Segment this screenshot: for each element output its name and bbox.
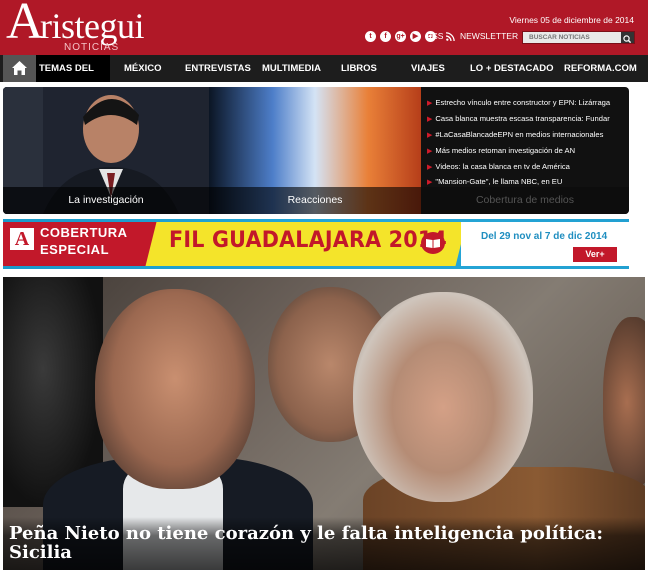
featured-caption[interactable]: Cobertura de medios [421, 187, 629, 214]
nav-multimedia[interactable]: MULTIMEDIA [262, 55, 321, 82]
nav-temas-del-dia[interactable]: TEMAS DEL DÍA [36, 55, 110, 101]
nav-reforma[interactable]: REFORMA.COM [564, 55, 637, 82]
site-header: A ristegui NOTICIAS Viernes 05 de diciem… [0, 0, 648, 55]
headline-text: Estrecho vínculo entre constructor y EPN… [435, 98, 611, 107]
featured-photo-reacciones[interactable]: Reacciones [209, 87, 421, 214]
search-button[interactable] [621, 32, 634, 44]
headline-text: Videos: la casa blanca en tv de América [435, 161, 570, 171]
search-icon [623, 35, 632, 44]
rss-link[interactable]: RSS [426, 31, 443, 41]
banner-line2: ESPECIAL [40, 242, 110, 257]
featured-caption[interactable]: La investigación [3, 187, 209, 214]
featured-caption[interactable]: Reacciones [209, 187, 421, 214]
arrow-icon: ▶ [427, 115, 433, 123]
hero-photo-person [603, 317, 645, 487]
arrow-icon: ▶ [427, 179, 433, 187]
banner-title: FIL GUADALAJARA 2014 [169, 227, 448, 253]
nav-viajes[interactable]: VIAJES [411, 55, 445, 82]
arrow-icon: ▶ [427, 147, 433, 155]
featured-photo-investigacion[interactable]: La investigación [3, 87, 209, 214]
hero-photo-person [353, 292, 533, 502]
nav-mexico[interactable]: MÉXICO [124, 55, 161, 82]
newsletter-link[interactable]: NEWSLETTER [460, 31, 518, 41]
search-input[interactable] [523, 32, 621, 43]
banner-logo: A [10, 228, 34, 250]
headline-link[interactable]: ▶ Estrecho vínculo entre constructor y EP… [427, 95, 627, 111]
hero-photo-person [95, 289, 255, 489]
search-form [522, 31, 635, 44]
logo-subtitle: NOTICIAS [64, 42, 120, 53]
headline-link[interactable]: ▶ "Mansion-Gate", le llama NBC, en EU [427, 174, 627, 190]
page: A ristegui NOTICIAS Viernes 05 de diciem… [0, 0, 648, 570]
logo-initial: A [6, 0, 44, 50]
google-plus-icon[interactable]: g+ [395, 31, 406, 42]
ver-mas-button[interactable]: Ver+ [573, 247, 617, 262]
banner-dates: Del 29 nov al 7 de dic 2014 [481, 231, 608, 242]
hero-headline[interactable]: Peña Nieto no tiene corazón y le falta i… [9, 524, 639, 562]
book-icon [421, 232, 445, 254]
youtube-icon[interactable]: ▶ [410, 31, 421, 42]
arrow-icon: ▶ [427, 163, 433, 171]
current-date: Viernes 05 de diciembre de 2014 [509, 15, 634, 25]
headline-link[interactable]: ▶ Videos: la casa blanca en tv de América [427, 159, 627, 175]
headline-text: "Mansion-Gate", le llama NBC, en EU [435, 177, 563, 187]
arrow-icon: ▶ [427, 100, 433, 107]
featured-carousel: La investigación Reacciones Cobertura de… [3, 87, 629, 214]
twitter-icon[interactable]: t [365, 31, 376, 42]
home-icon [12, 61, 27, 75]
headline-link[interactable]: ▶ Más medios retoman investigación de AN [427, 143, 627, 159]
headline-text: Casa blanca muestra escasa transparencia… [435, 113, 610, 123]
site-logo[interactable]: A ristegui NOTICIAS [6, 0, 186, 54]
fil-banner[interactable]: A COBERTURA ESPECIAL FIL GUADALAJARA 201… [3, 219, 629, 269]
logo-wordmark: ristegui [40, 6, 144, 46]
headline-link[interactable]: ▶ #LaCasaBlancadeEPN en medios internacio… [427, 127, 627, 143]
featured-headlines: ▶ Estrecho vínculo entre constructor y EP… [427, 95, 627, 190]
banner-line1: COBERTURA [40, 225, 128, 240]
main-nav: TEMAS DEL DÍA MÉXICO ENTREVISTAS MULTIME… [0, 55, 648, 101]
headline-text: #LaCasaBlancadeEPN en medios internacion… [435, 129, 604, 139]
rss-icon[interactable] [446, 32, 455, 41]
nav-entrevistas[interactable]: ENTREVISTAS [185, 55, 251, 82]
hero-story[interactable]: Peña Nieto no tiene corazón y le falta i… [3, 277, 645, 570]
facebook-icon[interactable]: f [380, 31, 391, 42]
headline-text: Más medios retoman investigación de AN [435, 145, 576, 155]
nav-lo-mas-destacado[interactable]: LO + DESTACADO [470, 55, 553, 82]
arrow-icon: ▶ [427, 131, 433, 139]
nav-libros[interactable]: LIBROS [341, 55, 377, 82]
headline-link[interactable]: ▶ Casa blanca muestra escasa transparenci… [427, 111, 627, 127]
home-button[interactable] [3, 55, 36, 82]
